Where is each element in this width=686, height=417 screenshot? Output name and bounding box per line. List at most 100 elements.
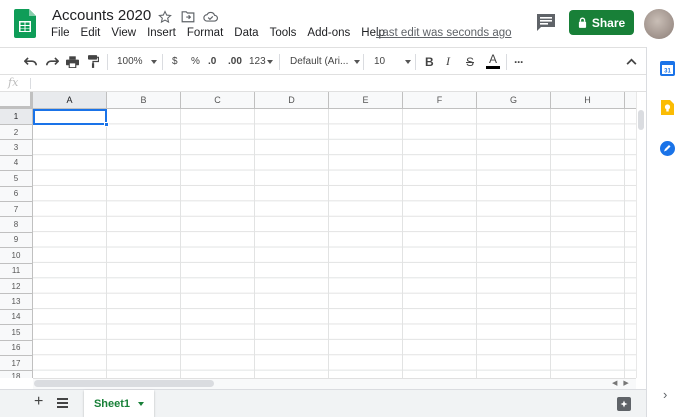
vertical-scrollbar[interactable]	[636, 92, 646, 378]
row-header[interactable]: 5	[0, 171, 33, 187]
menu-view[interactable]: View	[111, 27, 136, 39]
row-header[interactable]: 13	[0, 294, 33, 310]
column-header-partial[interactable]	[625, 92, 636, 109]
collapse-menus-button[interactable]	[626, 48, 637, 75]
document-title[interactable]: Accounts 2020	[52, 7, 151, 24]
row-header[interactable]: 10	[0, 248, 33, 264]
row-header[interactable]: 17	[0, 356, 33, 372]
share-label: Share	[591, 15, 626, 30]
chevron-right-icon[interactable]: ›	[663, 387, 667, 402]
share-button[interactable]: Share	[569, 10, 634, 35]
menu-edit[interactable]: Edit	[81, 27, 101, 39]
move-folder-icon[interactable]	[179, 8, 196, 25]
row-header[interactable]: 11	[0, 263, 33, 279]
print-icon[interactable]	[66, 48, 79, 75]
calendar-icon[interactable]: 31	[660, 61, 675, 76]
formula-bar: fx	[0, 75, 646, 92]
cell-area[interactable]	[33, 109, 636, 378]
font-family-select[interactable]: Default (Ari...	[290, 48, 361, 75]
more-formats-label: 123	[249, 56, 266, 67]
row-header[interactable]: 6	[0, 186, 33, 202]
menu-tools[interactable]: Tools	[270, 27, 297, 39]
font-size-select[interactable]: 10	[374, 48, 412, 75]
undo-icon[interactable]	[24, 48, 37, 75]
menu-file[interactable]: File	[51, 27, 70, 39]
more-options-button[interactable]: ···	[514, 48, 524, 75]
row-header[interactable]: 15	[0, 325, 33, 341]
app-header: Accounts 2020 File Edit View Insert Form…	[0, 0, 686, 47]
scroll-left-icon[interactable]: ◀	[612, 379, 617, 387]
italic-button[interactable]: I	[446, 48, 450, 75]
toolbar-divider	[107, 54, 108, 70]
menu-addons[interactable]: Add-ons	[307, 27, 350, 39]
chevron-down-icon	[266, 59, 273, 64]
fill-handle[interactable]	[104, 122, 109, 127]
sheet-tab-label: Sheet1	[93, 397, 131, 410]
row-header[interactable]: 12	[0, 279, 33, 295]
toolbar-divider	[506, 54, 507, 70]
column-header-b[interactable]: B	[107, 92, 181, 109]
column-header-c[interactable]: C	[181, 92, 255, 109]
increase-decimal-label: .00	[228, 56, 242, 67]
text-color-button[interactable]: A	[486, 48, 500, 75]
row-header[interactable]: 1	[0, 109, 33, 125]
currency-format-button[interactable]: $	[172, 48, 178, 75]
selected-cell[interactable]	[33, 109, 107, 125]
paint-format-icon[interactable]	[88, 48, 99, 75]
row-header[interactable]: 14	[0, 309, 33, 326]
font-size-value: 10	[374, 56, 386, 67]
keep-icon[interactable]	[660, 100, 675, 115]
more-formats-button[interactable]: 123	[249, 48, 273, 75]
row-header[interactable]: 8	[0, 217, 33, 233]
increase-decimal-button[interactable]: .00	[228, 48, 242, 75]
percent-format-button[interactable]: %	[191, 48, 200, 75]
strikethrough-button[interactable]: S	[466, 48, 474, 75]
row-header[interactable]: 16	[0, 340, 33, 356]
row-header[interactable]: 2	[0, 125, 33, 141]
row-header[interactable]: 7	[0, 202, 33, 218]
column-header-a[interactable]: A	[33, 92, 107, 109]
column-header-g[interactable]: G	[477, 92, 551, 109]
avatar[interactable]	[644, 9, 674, 39]
bold-button[interactable]: B	[425, 48, 434, 75]
add-sheet-icon[interactable]: +	[34, 393, 43, 411]
decrease-decimal-button[interactable]: .0	[208, 48, 216, 75]
font-family-value: Default (Ari...	[290, 56, 349, 67]
horizontal-scroll-thumb[interactable]	[34, 380, 214, 387]
row-header[interactable]: 9	[0, 232, 33, 249]
row-header[interactable]: 18	[0, 371, 33, 378]
star-icon[interactable]	[156, 8, 173, 25]
spreadsheet-grid: A B C D E F G H 1 2 3 4 5 6 7 8 9 10 11 …	[0, 92, 636, 378]
all-sheets-icon[interactable]	[57, 398, 68, 408]
decrease-decimal-label: .0	[208, 56, 217, 67]
row-header[interactable]: 4	[0, 155, 33, 172]
last-edit-link[interactable]: Last edit was seconds ago	[376, 27, 512, 39]
toolbar-divider	[363, 54, 364, 70]
menu-format[interactable]: Format	[187, 27, 223, 39]
menu-insert[interactable]: Insert	[147, 27, 176, 39]
fx-icon: fx	[8, 76, 19, 89]
cloud-saved-icon[interactable]	[202, 8, 219, 25]
formula-input[interactable]	[36, 77, 636, 90]
tasks-icon[interactable]	[660, 141, 675, 156]
column-header-e[interactable]: E	[329, 92, 403, 109]
sheet-tab-sheet1[interactable]: Sheet1	[84, 390, 154, 417]
vertical-scroll-thumb[interactable]	[638, 110, 644, 130]
sheets-logo-icon[interactable]	[14, 9, 36, 38]
column-header-d[interactable]: D	[255, 92, 329, 109]
zoom-select[interactable]: 100%	[117, 48, 157, 75]
redo-icon[interactable]	[46, 48, 59, 75]
explore-icon[interactable]	[617, 397, 631, 411]
toolbar: 100% $ % .0 .00 123 Default (Ari... 10 B…	[0, 47, 646, 75]
formula-divider	[30, 78, 31, 89]
chevron-down-icon	[150, 59, 157, 64]
chevron-down-icon	[405, 59, 412, 64]
column-header-h[interactable]: H	[551, 92, 625, 109]
column-header-f[interactable]: F	[403, 92, 477, 109]
menu-data[interactable]: Data	[234, 27, 258, 39]
scroll-right-icon[interactable]: ▶	[623, 379, 628, 387]
select-all-corner[interactable]	[0, 92, 33, 109]
chevron-down-icon	[354, 59, 361, 64]
comments-icon[interactable]	[536, 13, 556, 31]
row-header[interactable]: 3	[0, 140, 33, 156]
